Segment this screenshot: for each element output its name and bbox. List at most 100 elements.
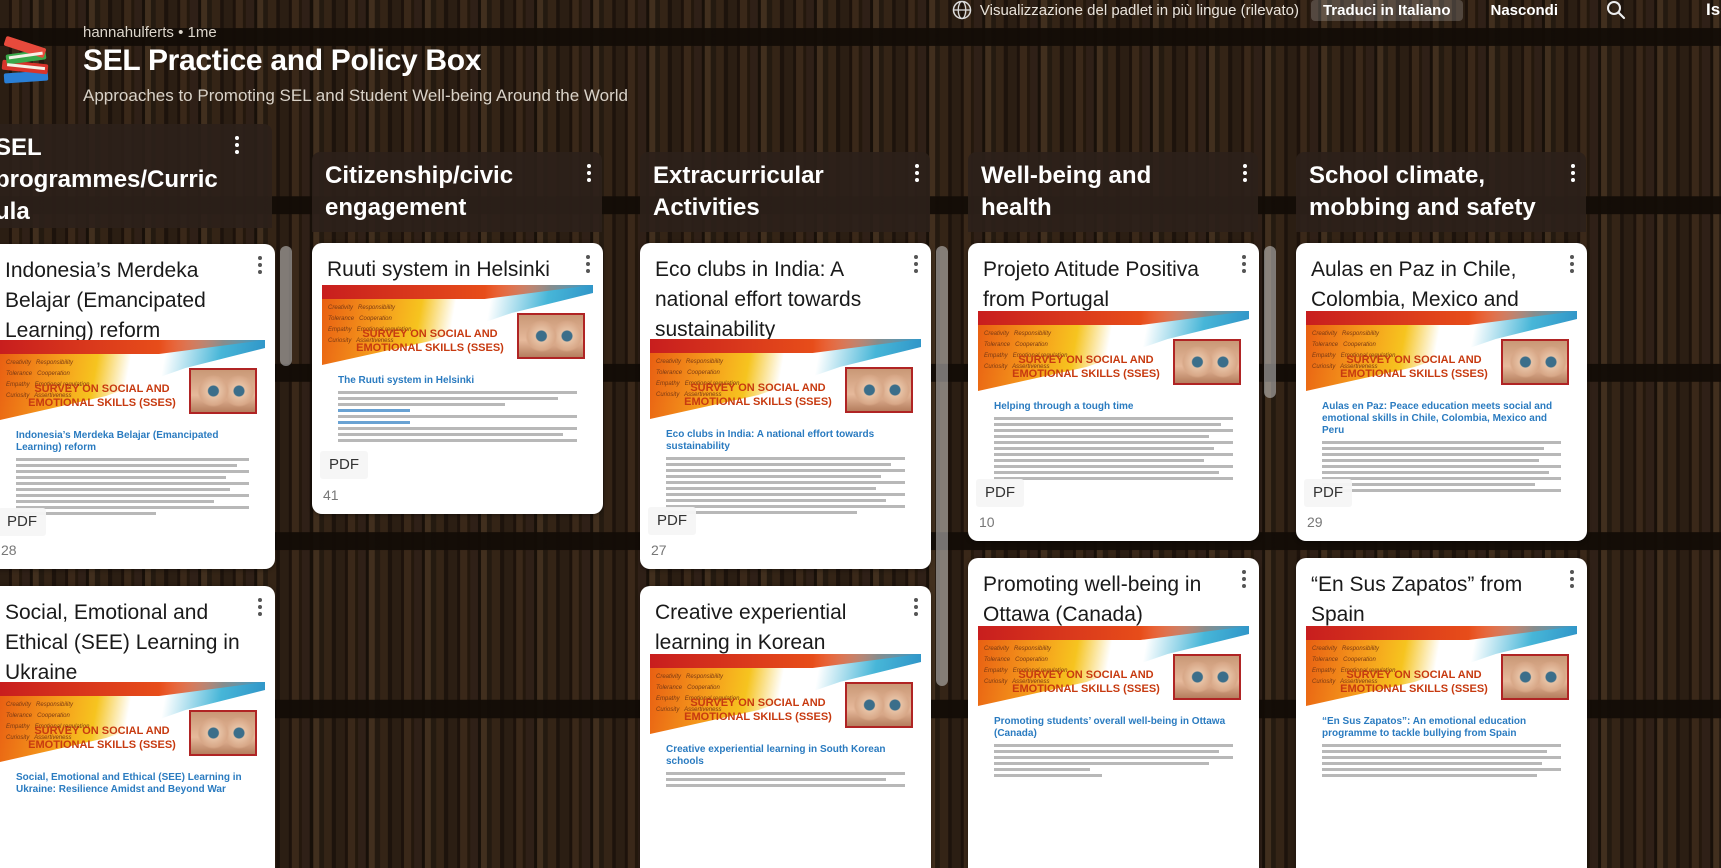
survey-banner: Creativity Responsibility Tolerance Coop…: [978, 311, 1249, 391]
doc-heading: Promoting students’ overall well-being i…: [994, 716, 1226, 739]
post-card[interactable]: Indonesia’s Merdeka Belajar (Emancipated…: [0, 244, 275, 569]
column-menu-icon[interactable]: [234, 136, 240, 154]
banner-survey-title: SURVEY ON SOCIAL AND EMOTIONAL SKILLS (S…: [1012, 354, 1160, 380]
banner-eyes-image: [189, 368, 257, 414]
doc-body-lines: [994, 417, 1233, 480]
doc-body-lines: [1322, 441, 1561, 492]
doc-heading: Creative experiential learning in South …: [666, 744, 886, 767]
post-menu-icon[interactable]: [585, 255, 591, 273]
doc-body-lines: [666, 772, 905, 787]
page-title: SEL Practice and Policy Box: [83, 44, 482, 77]
column-menu-icon[interactable]: [1570, 164, 1576, 182]
column-header: School climate, mobbing and safety: [1296, 152, 1586, 232]
doc-body-lines: [666, 457, 905, 514]
survey-banner: Creativity Responsibility Tolerance Coop…: [0, 682, 265, 762]
post-menu-icon[interactable]: [913, 598, 919, 616]
column-title: School climate, mobbing and safety: [1309, 162, 1536, 221]
survey-banner: Creativity Responsibility Tolerance Coop…: [1306, 311, 1577, 391]
pdf-preview[interactable]: Creativity Responsibility Tolerance Coop…: [978, 311, 1249, 501]
survey-banner: Creativity Responsibility Tolerance Coop…: [650, 654, 921, 734]
post-page-count: 28: [1, 542, 17, 558]
doc-heading: Social, Emotional and Ethical (SEE) Lear…: [16, 772, 242, 795]
post-title: Projeto Atitude Positiva from Portugal: [983, 258, 1199, 311]
doc-heading: “En Sus Zapatos”: An emotional education…: [1322, 716, 1527, 739]
banner-survey-title: SURVEY ON SOCIAL AND EMOTIONAL SKILLS (S…: [356, 328, 504, 354]
doc-body-lines: [16, 458, 249, 515]
post-menu-icon[interactable]: [1241, 255, 1247, 273]
pdf-badge: PDF: [976, 479, 1024, 507]
banner-eyes-image: [1173, 339, 1241, 385]
translate-button[interactable]: Traduci in Italiano: [1310, 0, 1463, 21]
survey-banner: Creativity Responsibility Tolerance Coop…: [0, 340, 265, 420]
post-card[interactable]: Creative experiential learning in Korean…: [640, 586, 931, 868]
post-card[interactable]: Promoting well-being in Ottawa (Canada) …: [968, 558, 1259, 868]
pdf-preview[interactable]: Creativity Responsibility Tolerance Coop…: [650, 654, 921, 844]
column-header: Citizenship/civic engagement: [312, 152, 602, 232]
top-bar: Visualizzazione del padlet in più lingue…: [952, 0, 1721, 21]
banner-survey-title: SURVEY ON SOCIAL AND EMOTIONAL SKILLS (S…: [28, 725, 176, 751]
column-menu-icon[interactable]: [1242, 164, 1248, 182]
post-card[interactable]: Social, Emotional and Ethical (SEE) Lear…: [0, 586, 275, 868]
padlet-author[interactable]: hannahulferts • 1me: [83, 24, 217, 41]
doc-heading: Aulas en Paz: Peace education meets soci…: [1322, 401, 1553, 436]
column-title: Extracurricular Activities: [653, 162, 824, 221]
column-header: Well-being and health: [968, 152, 1258, 232]
column-scrollbar[interactable]: [936, 246, 948, 686]
post-page-count: 27: [651, 542, 667, 558]
globe-icon: [952, 0, 972, 20]
post-card[interactable]: Ruuti system in Helsinki Creativity Resp…: [312, 243, 603, 514]
doc-body-lines: [994, 744, 1233, 777]
post-page-count: 10: [979, 514, 995, 530]
column-menu-icon[interactable]: [914, 164, 920, 182]
survey-banner: Creativity Responsibility Tolerance Coop…: [650, 339, 921, 419]
pdf-preview[interactable]: Creativity Responsibility Tolerance Coop…: [1306, 626, 1577, 816]
post-card[interactable]: “En Sus Zapatos” from Spain Creativity R…: [1296, 558, 1587, 868]
post-menu-icon[interactable]: [257, 256, 263, 274]
banner-eyes-image: [1173, 654, 1241, 700]
post-menu-icon[interactable]: [913, 255, 919, 273]
pdf-badge: PDF: [0, 508, 46, 536]
banner-survey-title: SURVEY ON SOCIAL AND EMOTIONAL SKILLS (S…: [684, 697, 832, 723]
post-menu-icon[interactable]: [1241, 570, 1247, 588]
column-header: Extracurricular Activities: [640, 152, 930, 232]
column-title: Citizenship/civic engagement: [325, 162, 514, 221]
pdf-preview[interactable]: Creativity Responsibility Tolerance Coop…: [978, 626, 1249, 816]
post-title: Social, Emotional and Ethical (SEE) Lear…: [5, 601, 240, 684]
doc-heading: Indonesia’s Merdeka Belajar (Emancipated…: [16, 430, 219, 453]
search-icon[interactable]: [1606, 0, 1626, 20]
column-scrollbar[interactable]: [1264, 246, 1276, 398]
banner-eyes-image: [1501, 654, 1569, 700]
survey-banner: Creativity Responsibility Tolerance Coop…: [978, 626, 1249, 706]
pdf-preview[interactable]: Creativity Responsibility Tolerance Coop…: [650, 339, 921, 529]
doc-body-lines: [338, 391, 577, 442]
column-scrollbar[interactable]: [280, 246, 292, 366]
post-title: Promoting well-being in Ottawa (Canada): [983, 573, 1202, 626]
post-title: Creative experiential learning in Korean: [655, 601, 847, 654]
banner-eyes-image: [517, 313, 585, 359]
pdf-badge: PDF: [1304, 479, 1352, 507]
post-card[interactable]: Aulas en Paz in Chile, Colombia, Mexico …: [1296, 243, 1587, 541]
banner-survey-title: SURVEY ON SOCIAL AND EMOTIONAL SKILLS (S…: [1012, 669, 1160, 695]
post-menu-icon[interactable]: [1569, 570, 1575, 588]
column-menu-icon[interactable]: [586, 164, 592, 182]
banner-eyes-image: [845, 682, 913, 728]
signup-button[interactable]: Iscri: [1706, 0, 1721, 20]
survey-banner: Creativity Responsibility Tolerance Coop…: [1306, 626, 1577, 706]
hide-translation-button[interactable]: Nascondi: [1491, 2, 1559, 19]
pdf-preview[interactable]: Creativity Responsibility Tolerance Coop…: [0, 340, 265, 530]
banner-survey-title: SURVEY ON SOCIAL AND EMOTIONAL SKILLS (S…: [1340, 669, 1488, 695]
banner-survey-title: SURVEY ON SOCIAL AND EMOTIONAL SKILLS (S…: [684, 382, 832, 408]
post-card[interactable]: Eco clubs in India: A national effort to…: [640, 243, 931, 569]
post-menu-icon[interactable]: [1569, 255, 1575, 273]
doc-heading: The Ruuti system in Helsinki: [338, 375, 475, 386]
column-header: SEL programmes/Curric ula: [0, 124, 272, 228]
doc-heading: Eco clubs in India: A national effort to…: [666, 429, 875, 452]
post-card[interactable]: Projeto Atitude Positiva from Portugal C…: [968, 243, 1259, 541]
column-title: Well-being and health: [981, 162, 1152, 221]
post-menu-icon[interactable]: [257, 598, 263, 616]
pdf-badge: PDF: [320, 451, 368, 479]
pdf-preview[interactable]: Creativity Responsibility Tolerance Coop…: [1306, 311, 1577, 501]
doc-heading: Helping through a tough time: [994, 401, 1134, 412]
pdf-preview[interactable]: Creativity Responsibility Tolerance Coop…: [0, 682, 265, 868]
banner-eyes-image: [845, 367, 913, 413]
